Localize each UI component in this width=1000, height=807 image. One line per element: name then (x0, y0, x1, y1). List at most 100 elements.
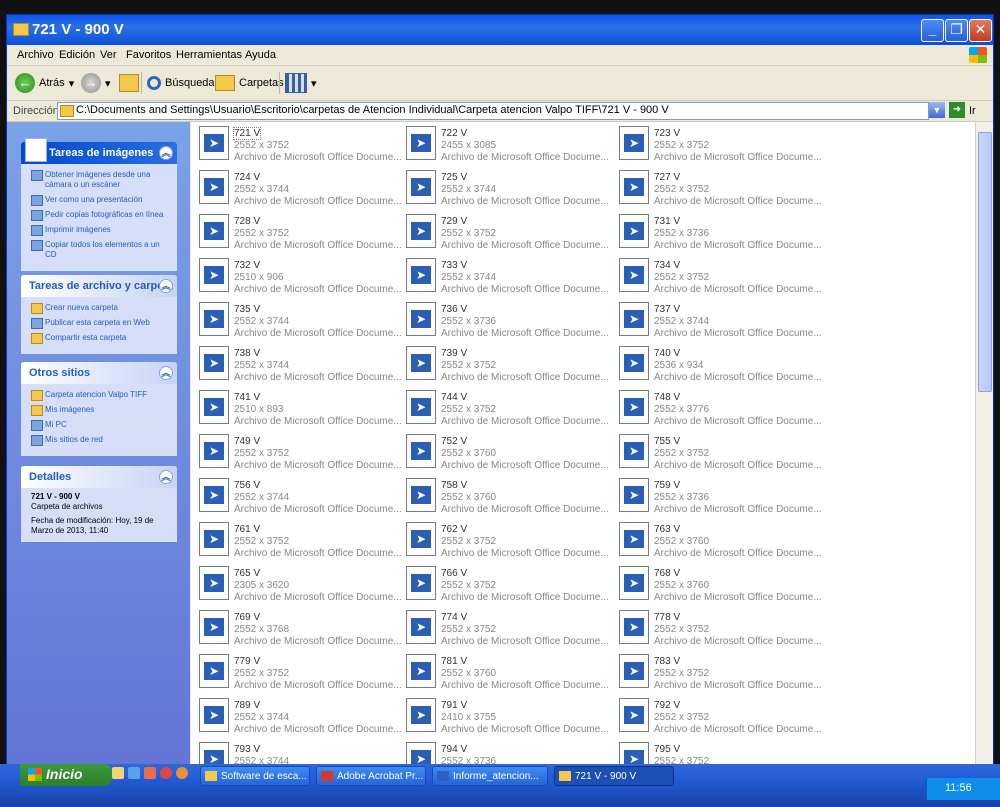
file-item[interactable]: ➤ 739 V 2552 x 3752 Archivo de Microsoft Of… (406, 346, 609, 386)
menu-archivo[interactable]: Archivo (17, 49, 54, 61)
file-item[interactable]: ➤ 765 V 2305 x 3620 Archivo de Microsoft Of… (199, 566, 402, 606)
file-item[interactable]: ➤ 725 V 2552 x 3744 Archivo de Microsoft Of… (406, 170, 609, 210)
task-get-images[interactable]: Obtener imágenes desde una cámara o un e… (31, 170, 171, 190)
collapse-chevron-icon[interactable]: ︽ (159, 470, 173, 484)
collapse-chevron-icon[interactable]: ︽ (159, 146, 173, 160)
start-button[interactable]: Inicio (20, 764, 112, 786)
task-publish-web[interactable]: Publicar esta carpeta en Web (31, 318, 171, 329)
views-button[interactable]: ▾ (285, 72, 317, 94)
quicklaunch-desktop-icon[interactable] (112, 767, 124, 779)
place-network[interactable]: Mis sitios de red (31, 435, 171, 446)
menu-ayuda[interactable]: Ayuda (245, 49, 276, 61)
task-button-active[interactable]: 721 V - 900 V (554, 766, 674, 786)
file-item[interactable]: ➤ 734 V 2552 x 3752 Archivo de Microsoft Of… (619, 258, 822, 298)
file-item[interactable]: ➤ 783 V 2552 x 3752 Archivo de Microsoft Of… (619, 654, 822, 694)
file-type: Archivo de Microsoft Office Docume... (234, 240, 402, 251)
quicklaunch-opera-icon[interactable] (160, 767, 172, 779)
address-dropdown-button[interactable]: ▼ (929, 102, 945, 118)
file-item[interactable]: ➤ 768 V 2552 x 3760 Archivo de Microsoft Of… (619, 566, 822, 606)
file-item[interactable]: ➤ 769 V 2552 x 3768 Archivo de Microsoft Of… (199, 610, 402, 650)
file-item[interactable]: ➤ 781 V 2552 x 3760 Archivo de Microsoft Of… (406, 654, 609, 694)
panel-header[interactable]: Detalles ︽ (21, 466, 177, 488)
folders-button[interactable]: Carpetas (215, 72, 284, 94)
collapse-chevron-icon[interactable]: ︽ (159, 279, 173, 293)
menu-herramientas[interactable]: Herramientas (176, 49, 242, 61)
quicklaunch-ie-icon[interactable] (128, 767, 140, 779)
file-item[interactable]: ➤ 774 V 2552 x 3752 Archivo de Microsoft Of… (406, 610, 609, 650)
file-item[interactable]: ➤ 766 V 2552 x 3752 Archivo de Microsoft Of… (406, 566, 609, 606)
task-print-images[interactable]: Imprimir imágenes (31, 225, 171, 236)
file-item[interactable]: ➤ 737 V 2552 x 3744 Archivo de Microsoft Of… (619, 302, 822, 342)
panel-header[interactable]: Tareas de imágenes ︽ (21, 138, 177, 164)
file-item[interactable]: ➤795 V2552 x 3752Archivo de Microsoft Of… (619, 742, 819, 765)
file-item[interactable]: ➤ 738 V 2552 x 3744 Archivo de Microsoft Of… (199, 346, 402, 386)
up-folder-button[interactable] (119, 72, 139, 94)
file-item[interactable]: ➤ 731 V 2552 x 3736 Archivo de Microsoft Of… (619, 214, 822, 254)
file-item[interactable]: ➤ 779 V 2552 x 3752 Archivo de Microsoft Of… (199, 654, 402, 694)
word-document-icon: ➤ (406, 126, 436, 160)
file-item[interactable]: ➤ 723 V 2552 x 3752 Archivo de Microsoft Of… (619, 126, 822, 166)
address-input[interactable]: C:\Documents and Settings\Usuario\Escrit… (57, 102, 929, 120)
file-item[interactable]: ➤ 732 V 2510 x 906 Archivo de Microsoft Off… (199, 258, 402, 298)
task-order-prints[interactable]: Pedir copias fotográficas en línea (31, 210, 171, 221)
file-item[interactable]: ➤ 778 V 2552 x 3752 Archivo de Microsoft Of… (619, 610, 822, 650)
quicklaunch-firefox-icon[interactable] (176, 767, 188, 779)
minimize-button[interactable]: _ (921, 19, 944, 42)
task-button[interactable]: Informe_atencion... (432, 766, 548, 786)
maximize-button[interactable]: ❐ (945, 19, 968, 42)
file-item[interactable]: ➤ 733 V 2552 x 3744 Archivo de Microsoft Of… (406, 258, 609, 298)
file-item[interactable]: ➤ 759 V 2552 x 3736 Archivo de Microsoft Of… (619, 478, 822, 518)
close-button[interactable]: ✕ (969, 19, 992, 42)
file-item[interactable]: ➤ 748 V 2552 x 3776 Archivo de Microsoft Of… (619, 390, 822, 430)
task-new-folder[interactable]: Crear nueva carpeta (31, 303, 171, 314)
file-item[interactable]: ➤793 V2552 x 3744Archivo de Microsoft Of… (199, 742, 399, 765)
file-item[interactable]: ➤ 727 V 2552 x 3752 Archivo de Microsoft Of… (619, 170, 822, 210)
menu-favoritos[interactable]: Favoritos (126, 49, 171, 61)
file-item[interactable]: ➤ 758 V 2552 x 3760 Archivo de Microsoft Of… (406, 478, 609, 518)
file-item[interactable]: ➤ 722 V 2455 x 3085 Archivo de Microsoft Of… (406, 126, 609, 166)
file-item[interactable]: ➤ 789 V 2552 x 3744 Archivo de Microsoft Of… (199, 698, 402, 738)
file-item[interactable]: ➤ 721 V 2552 x 3752 Archivo de Microsoft Of… (199, 126, 402, 166)
file-item[interactable]: ➤ 740 V 2536 x 934 Archivo de Microsoft Off… (619, 346, 822, 386)
file-item[interactable]: ➤ 741 V 2510 x 893 Archivo de Microsoft Off… (199, 390, 402, 430)
file-item[interactable]: ➤ 749 V 2552 x 3752 Archivo de Microsoft Of… (199, 434, 402, 474)
quicklaunch-media-icon[interactable] (144, 767, 156, 779)
file-item[interactable]: ➤ 752 V 2552 x 3760 Archivo de Microsoft Of… (406, 434, 609, 474)
file-item[interactable]: ➤ 791 V 2410 x 3755 Archivo de Microsoft Of… (406, 698, 609, 738)
vertical-scrollbar[interactable] (975, 122, 993, 765)
file-item[interactable]: ➤ 756 V 2552 x 3744 Archivo de Microsoft Of… (199, 478, 402, 518)
word-document-icon: ➤ (199, 346, 229, 380)
go-arrow-icon[interactable]: ➜ (949, 102, 965, 118)
forward-button[interactable]: → ▾ (81, 72, 111, 94)
file-item[interactable]: ➤ 724 V 2552 x 3744 Archivo de Microsoft Of… (199, 170, 402, 210)
file-item[interactable]: ➤794 V2552 x 3736Archivo de Microsoft Of… (406, 742, 606, 765)
menu-ver[interactable]: Ver (100, 49, 117, 61)
back-button[interactable]: ← Atrás ▾ (15, 72, 74, 94)
menu-edicion[interactable]: Edición (59, 49, 95, 61)
file-item[interactable]: ➤ 744 V 2552 x 3752 Archivo de Microsoft Of… (406, 390, 609, 430)
place-my-pictures[interactable]: Mis imágenes (31, 405, 171, 416)
search-button[interactable]: Búsqueda (147, 72, 215, 94)
file-item[interactable]: ➤ 735 V 2552 x 3744 Archivo de Microsoft Of… (199, 302, 402, 342)
task-button[interactable]: Software de esca... (200, 766, 310, 786)
file-item[interactable]: ➤ 762 V 2552 x 3752 Archivo de Microsoft Of… (406, 522, 609, 562)
task-share-folder[interactable]: Compartir esta carpeta (31, 333, 171, 344)
panel-header[interactable]: Otros sitios ︽ (21, 362, 177, 384)
file-item[interactable]: ➤ 755 V 2552 x 3752 Archivo de Microsoft Of… (619, 434, 822, 474)
go-button[interactable]: Ir (969, 105, 976, 117)
file-item[interactable]: ➤ 792 V 2552 x 3752 Archivo de Microsoft Of… (619, 698, 822, 738)
file-item[interactable]: ➤ 728 V 2552 x 3752 Archivo de Microsoft Of… (199, 214, 402, 254)
task-slideshow[interactable]: Ver como una presentación (31, 195, 171, 206)
panel-header[interactable]: Tareas de archivo y carpeta ︽ (21, 275, 177, 297)
file-item[interactable]: ➤ 736 V 2552 x 3736 Archivo de Microsoft Of… (406, 302, 609, 342)
collapse-chevron-icon[interactable]: ︽ (159, 366, 173, 380)
place-my-computer[interactable]: Mi PC (31, 420, 171, 431)
task-button[interactable]: Adobe Acrobat Pr... (316, 766, 426, 786)
file-item[interactable]: ➤ 761 V 2552 x 3752 Archivo de Microsoft Of… (199, 522, 402, 562)
scrollbar-thumb[interactable] (978, 132, 992, 392)
file-item[interactable]: ➤ 763 V 2552 x 3760 Archivo de Microsoft Of… (619, 522, 822, 562)
title-bar[interactable]: 721 V - 900 V _ ❐ ✕ (7, 15, 993, 45)
task-copy-cd[interactable]: Copiar todos los elementos a un CD (31, 240, 171, 260)
place-parent-folder[interactable]: Carpeta atencion Valpo TIFF (31, 390, 171, 401)
file-item[interactable]: ➤ 729 V 2552 x 3752 Archivo de Microsoft Of… (406, 214, 609, 254)
